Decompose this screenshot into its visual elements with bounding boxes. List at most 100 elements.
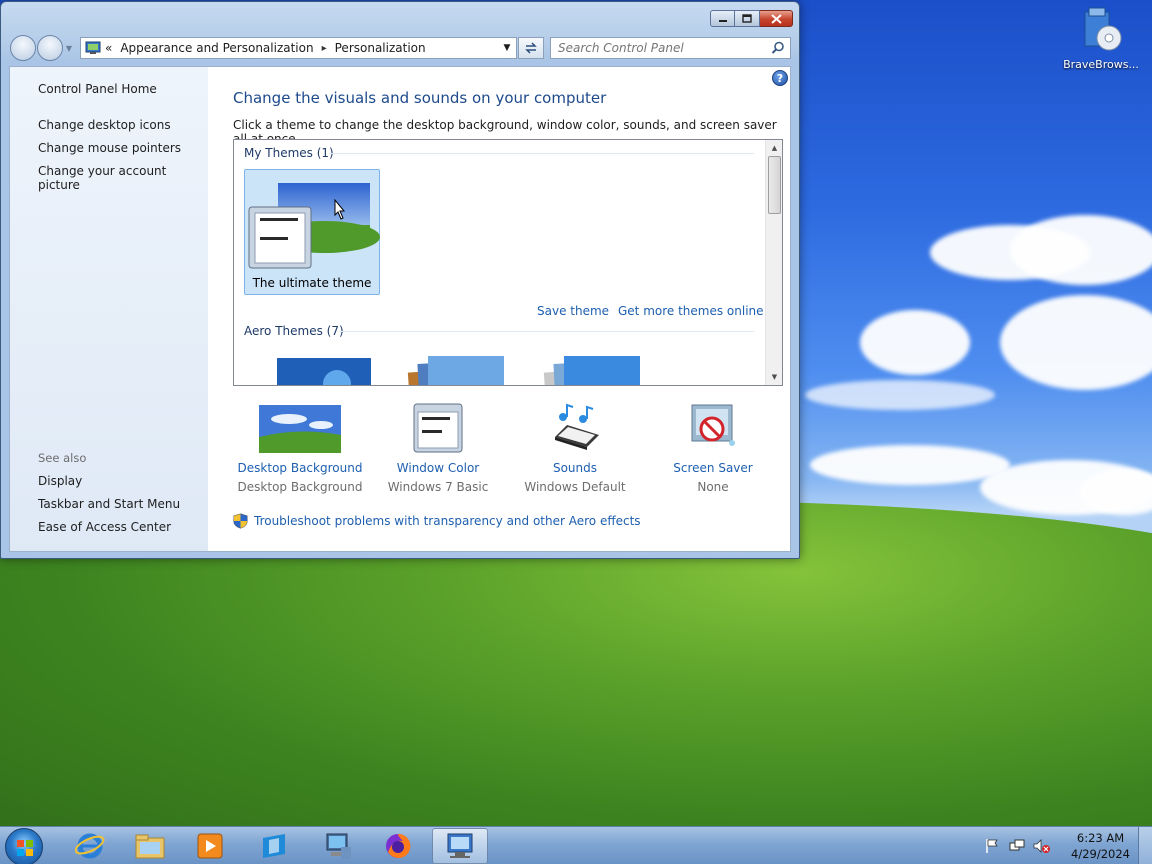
search-input[interactable]	[558, 41, 763, 55]
theme-list-scrollbar[interactable]: ▲ ▼	[765, 140, 782, 385]
screen-saver-icon	[691, 404, 735, 446]
desktop-background-icon	[259, 405, 341, 453]
link-display[interactable]: Display	[38, 474, 82, 488]
taskbar-firefox[interactable]	[370, 828, 426, 864]
link-taskbar-start-menu[interactable]: Taskbar and Start Menu	[38, 497, 180, 511]
clock[interactable]: 6:23 AM 4/29/2024	[1071, 830, 1130, 862]
aero-theme-characters-icon[interactable]	[542, 354, 642, 386]
option-title[interactable]: Window Color	[373, 461, 503, 475]
link-change-account-picture[interactable]: Change your account picture	[38, 164, 208, 192]
cloud	[805, 380, 995, 410]
clock-date: 4/29/2024	[1071, 847, 1130, 861]
internet-explorer-icon	[75, 833, 105, 859]
window-color-icon	[413, 403, 463, 453]
cloud	[860, 310, 970, 375]
media-player-icon	[197, 833, 223, 859]
desktop-icon-label: BraveBrows...	[1063, 58, 1139, 71]
search-box[interactable]	[550, 37, 791, 59]
clock-time: 6:23 AM	[1076, 831, 1125, 845]
taskbar: 6:23 AM 4/29/2024	[0, 826, 1152, 864]
scroll-down-arrow[interactable]: ▼	[766, 370, 782, 384]
theme-tile-label: The ultimate theme	[252, 276, 372, 290]
volume-muted-icon[interactable]	[1033, 838, 1051, 854]
installer-icon	[1084, 7, 1122, 51]
close-icon	[770, 13, 782, 24]
taskbar-file-explorer[interactable]	[122, 828, 178, 864]
control-panel-icon	[447, 833, 473, 858]
option-title[interactable]: Desktop Background	[235, 461, 365, 475]
troubleshoot-link[interactable]: Troubleshoot problems with transparency …	[233, 513, 641, 529]
option-value: None	[697, 480, 729, 494]
link-change-mouse-pointers[interactable]: Change mouse pointers	[38, 141, 181, 155]
option-title[interactable]: Screen Saver	[648, 461, 778, 475]
refresh-button[interactable]	[518, 37, 544, 59]
breadcrumb-appearance[interactable]: Appearance and Personalization	[120, 41, 313, 55]
group-divider	[339, 331, 754, 332]
taskbar-control-panel[interactable]	[432, 828, 488, 864]
system-tray: 6:23 AM 4/29/2024	[982, 827, 1152, 864]
theme-list: My Themes (1) The ultimate theme Save th…	[233, 139, 783, 386]
recent-pages-dropdown[interactable]: ▼	[64, 35, 74, 61]
cloud	[1010, 215, 1152, 285]
help-icon[interactable]: ?	[772, 70, 788, 86]
flag-icon[interactable]	[984, 838, 1000, 854]
get-more-themes-link[interactable]: Get more themes online	[618, 304, 764, 318]
breadcrumb-separator[interactable]: ▸	[322, 43, 327, 54]
caption-buttons	[710, 10, 793, 27]
group-divider	[329, 153, 754, 154]
cloud	[1000, 295, 1152, 390]
link-ease-of-access[interactable]: Ease of Access Center	[38, 520, 171, 534]
save-theme-link[interactable]: Save theme	[537, 304, 609, 318]
troubleshoot-label[interactable]: Troubleshoot problems with transparency …	[254, 514, 641, 528]
navigation-buttons: ▼	[10, 35, 74, 61]
taskbar-internet-explorer[interactable]	[62, 828, 118, 864]
aero-theme-windows-icon[interactable]	[277, 358, 371, 386]
address-dropdown[interactable]: ▼	[498, 38, 516, 58]
address-overflow[interactable]: «	[105, 41, 112, 55]
task-pane: Control Panel Home Change desktop icons …	[10, 67, 208, 551]
firefox-icon	[386, 833, 411, 858]
minimize-icon	[718, 19, 727, 22]
personalization-window: ▼ « Appearance and Personalization ▸ Per…	[0, 1, 800, 559]
theme-preview-icon	[248, 183, 380, 269]
start-button[interactable]	[5, 828, 43, 864]
sounds-icon	[555, 403, 599, 450]
computer-icon	[326, 833, 351, 859]
theme-tile-ultimate[interactable]: The ultimate theme	[244, 169, 380, 295]
breadcrumb-personalization[interactable]: Personalization	[335, 41, 426, 55]
taskbar-media-player[interactable]	[182, 828, 238, 864]
windows-logo-icon	[17, 840, 33, 856]
close-button[interactable]	[760, 10, 793, 27]
link-control-panel-home[interactable]: Control Panel Home	[38, 82, 157, 96]
desktop-icon-bravebrowser[interactable]: BraveBrows...	[1061, 6, 1141, 71]
scroll-thumb[interactable]	[768, 156, 781, 214]
app-icon	[263, 834, 285, 858]
aero-theme-architecture-icon[interactable]	[406, 354, 506, 386]
group-header-aero-themes[interactable]: Aero Themes (7)	[244, 324, 344, 338]
page-title: Change the visuals and sounds on your co…	[233, 89, 607, 107]
address-bar[interactable]: « Appearance and Personalization ▸ Perso…	[80, 37, 517, 59]
scroll-up-arrow[interactable]: ▲	[766, 141, 782, 155]
minimize-button[interactable]	[710, 10, 735, 27]
taskbar-app[interactable]	[246, 828, 302, 864]
refresh-icon	[525, 42, 537, 54]
link-change-desktop-icons[interactable]: Change desktop icons	[38, 118, 171, 132]
forward-button[interactable]	[37, 35, 63, 61]
network-icon[interactable]	[1009, 838, 1025, 854]
cloud	[810, 445, 1010, 485]
show-desktop-button[interactable]	[1138, 827, 1152, 864]
uac-shield-icon	[233, 513, 248, 529]
search-icon[interactable]	[771, 41, 785, 55]
option-desktop-background[interactable]: Desktop Background Desktop Background	[235, 403, 365, 494]
taskbar-computer[interactable]	[310, 828, 366, 864]
maximize-button[interactable]	[735, 10, 760, 27]
option-sounds[interactable]: Sounds Windows Default	[510, 403, 640, 494]
group-header-my-themes[interactable]: My Themes (1)	[244, 146, 334, 160]
option-window-color[interactable]: Window Color Windows 7 Basic	[373, 403, 503, 494]
back-button[interactable]	[10, 35, 36, 61]
option-title[interactable]: Sounds	[510, 461, 640, 475]
option-screen-saver[interactable]: Screen Saver None	[648, 403, 778, 494]
see-also-heading: See also	[38, 451, 87, 465]
option-value: Desktop Background	[237, 480, 363, 494]
window-content: Control Panel Home Change desktop icons …	[9, 66, 791, 552]
